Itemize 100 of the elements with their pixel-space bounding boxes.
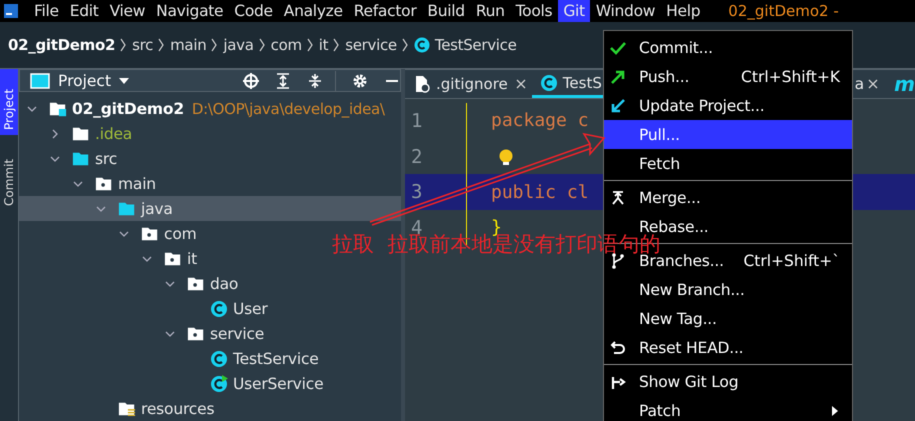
tree-item[interactable]: TestService	[233, 350, 319, 368]
line-number: 3	[410, 181, 424, 204]
tree-item[interactable]: 02_gitDemo2	[72, 100, 184, 118]
arrow-down-left-icon	[610, 98, 626, 114]
tree-item[interactable]: UserService	[233, 374, 324, 392]
menu-item[interactable]: New Tag...	[604, 304, 852, 333]
class-icon	[210, 374, 228, 392]
class-icon	[210, 300, 228, 318]
check-icon	[610, 40, 626, 56]
menu-item[interactable]: Window	[590, 0, 660, 22]
path-label: D:\OOP\java\develop_idea\	[192, 100, 385, 118]
menu-item[interactable]: Git	[558, 0, 590, 22]
folder-icon	[95, 174, 113, 192]
chevron-icon	[333, 38, 340, 52]
chevron-down-icon[interactable]	[142, 254, 152, 264]
window-title: 02_gitDemo2 -	[728, 2, 839, 20]
menu-item[interactable]: Show Git Log	[604, 367, 852, 396]
expand-all-icon[interactable]	[275, 72, 291, 88]
panel-title[interactable]: Project	[58, 72, 112, 90]
breadcrumb-item[interactable]: it	[318, 36, 328, 54]
app-icon	[4, 4, 18, 18]
chevron-icon	[211, 38, 218, 52]
tree-item[interactable]: resources	[141, 400, 214, 418]
menu-item[interactable]: Pull...	[604, 120, 852, 149]
breadcrumb-item[interactable]: main	[170, 36, 206, 54]
bulb-icon[interactable]	[499, 148, 513, 165]
tree-item[interactable]: src	[95, 150, 118, 168]
folder-icon	[187, 274, 205, 292]
menu-item[interactable]: File	[29, 0, 64, 22]
code-line: package c	[491, 110, 589, 132]
breadcrumb-item[interactable]: 02_gitDemo2	[8, 36, 116, 54]
menu-item[interactable]: Build	[422, 0, 470, 22]
folder-icon	[164, 250, 182, 268]
window-icon	[30, 72, 50, 88]
side-tab[interactable]: Project	[0, 69, 18, 135]
arrow-up-right-icon	[610, 68, 626, 84]
class-icon	[540, 74, 558, 92]
chevron-down-icon[interactable]	[165, 278, 175, 288]
chevron-down-icon[interactable]	[27, 104, 37, 114]
chevron-down-icon[interactable]	[96, 204, 106, 214]
target-icon[interactable]	[243, 72, 259, 88]
tree-item[interactable]: it	[187, 250, 197, 268]
shortcut-label: Ctrl+Shift+K	[741, 68, 840, 86]
chevron-down-icon[interactable]	[50, 154, 60, 164]
menu-item[interactable]: Run	[470, 0, 510, 22]
close-icon[interactable]	[868, 79, 878, 89]
breadcrumb-item[interactable]: com	[270, 36, 302, 54]
menu-item[interactable]: Tools	[510, 0, 558, 22]
module-icon	[49, 100, 67, 118]
tree-item[interactable]: .idea	[95, 124, 132, 142]
chevron-down-icon[interactable]	[119, 228, 129, 238]
dropdown-icon[interactable]	[119, 78, 130, 84]
close-icon[interactable]	[516, 79, 526, 89]
menu-item[interactable]: View	[104, 0, 150, 22]
menu-item[interactable]: Patch	[604, 396, 852, 421]
menu-item[interactable]: New Branch...	[604, 275, 852, 304]
chevron-down-icon[interactable]	[73, 178, 83, 188]
menu-item[interactable]: Merge...	[604, 183, 852, 212]
breadcrumb-item[interactable]: service	[345, 36, 397, 54]
editor-tab[interactable]: a	[854, 75, 864, 93]
side-tab[interactable]: Commit	[0, 145, 18, 211]
menu-item[interactable]: Commit...	[604, 33, 852, 62]
editor-tab[interactable]: .gitignore	[405, 70, 532, 98]
undo-icon	[610, 340, 626, 356]
chevron-down-icon[interactable]	[165, 328, 175, 338]
chevron-icon	[158, 38, 164, 52]
tree-item[interactable]: dao	[210, 274, 238, 292]
chevron-icon	[258, 38, 265, 52]
class-icon	[414, 37, 430, 53]
menu-item[interactable]: Navigate	[151, 0, 228, 22]
chevron-icon	[306, 38, 313, 52]
shortcut-label: Ctrl+Shift+`	[743, 252, 840, 270]
menu-item[interactable]: Edit	[64, 0, 104, 22]
menu-item[interactable]: Reset HEAD...	[604, 333, 852, 362]
tree-item[interactable]: User	[233, 300, 268, 318]
tree-item[interactable]: main	[118, 174, 156, 192]
maven-label[interactable]: m	[894, 72, 915, 96]
merge-icon	[610, 190, 626, 206]
chevron-icon	[402, 38, 408, 52]
file-icon	[413, 75, 431, 93]
menu-item[interactable]: Analyze	[278, 0, 348, 22]
code-line: public cl	[491, 182, 589, 203]
folder-icon	[187, 324, 205, 342]
chevron-right-icon[interactable]	[50, 128, 60, 138]
menu-item[interactable]: Refactor	[348, 0, 422, 22]
menu-item[interactable]: Help	[661, 0, 706, 22]
folder-icon	[118, 400, 136, 418]
folder-icon	[72, 124, 90, 142]
collapse-all-icon[interactable]	[307, 72, 323, 88]
tree-item[interactable]: service	[210, 324, 264, 342]
menu-item[interactable]: Fetch	[604, 149, 852, 178]
menu-item[interactable]: Code	[229, 0, 278, 22]
tree-item[interactable]: java	[141, 200, 173, 218]
class-icon	[210, 350, 228, 368]
settings-icon[interactable]	[352, 72, 368, 88]
tree-item[interactable]: com	[164, 224, 197, 242]
breadcrumb-item[interactable]: java	[223, 36, 254, 54]
breadcrumb-item[interactable]: TestService	[434, 36, 517, 54]
line-number: 1	[410, 110, 424, 132]
breadcrumb-item[interactable]: src	[132, 36, 154, 54]
